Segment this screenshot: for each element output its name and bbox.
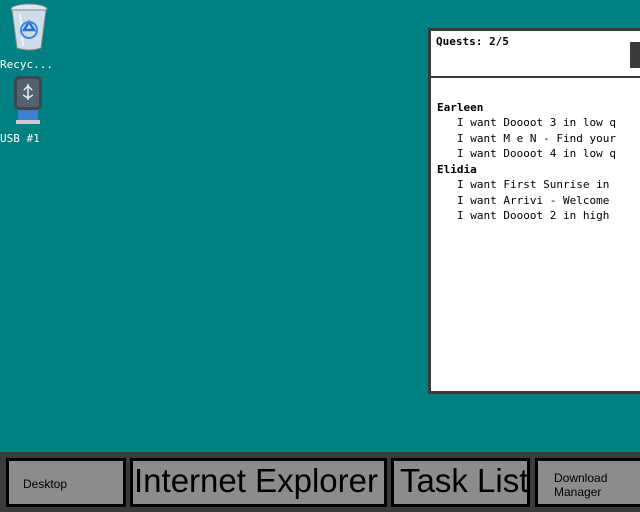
quest-window-header: Quests: 2/5 [431,31,640,78]
taskbar-button-task-list[interactable]: Task List [391,458,530,507]
quest-list: Earleen I want Doooot 3 in low qI want M … [431,78,640,255]
taskbar-button-desktop[interactable]: Desktop [6,458,126,507]
quest-window: Quests: 2/5 Earleen I want Doooot 3 in lo… [428,28,640,394]
taskbar: Desktop Internet Explorer Task List Down… [0,452,640,512]
quest-count: Quests: 2/5 [436,35,509,48]
quest-person-name: Earleen [437,100,484,114]
quest-item[interactable]: I want Arrivi - Welcome [437,193,640,209]
desktop-icon-usb[interactable]: USB #1 [0,76,62,145]
recycle-bin-icon [8,2,62,56]
taskbar-button-internet-explorer[interactable]: Internet Explorer [130,458,387,507]
desktop-icon-recycle-bin[interactable]: Recyc... [0,2,62,71]
quest-item[interactable]: I want First Sunrise in [437,177,640,193]
quest-item[interactable]: I want Doooot 4 in low q [437,146,640,162]
quest-window-button[interactable] [630,42,640,68]
desktop-icon-label: Recyc... [0,58,53,71]
desktop-icon-label: USB #1 [0,132,40,145]
quest-item[interactable]: I want Doooot 3 in low q [437,115,640,131]
quest-person-name: Elidia [437,162,477,176]
usb-drive-icon [8,76,62,130]
quest-item[interactable]: I want Doooot 2 in high [437,208,640,224]
quest-item[interactable]: I want M e N - Find your [437,131,640,147]
taskbar-button-download-manager[interactable]: Download Manager [535,458,640,507]
